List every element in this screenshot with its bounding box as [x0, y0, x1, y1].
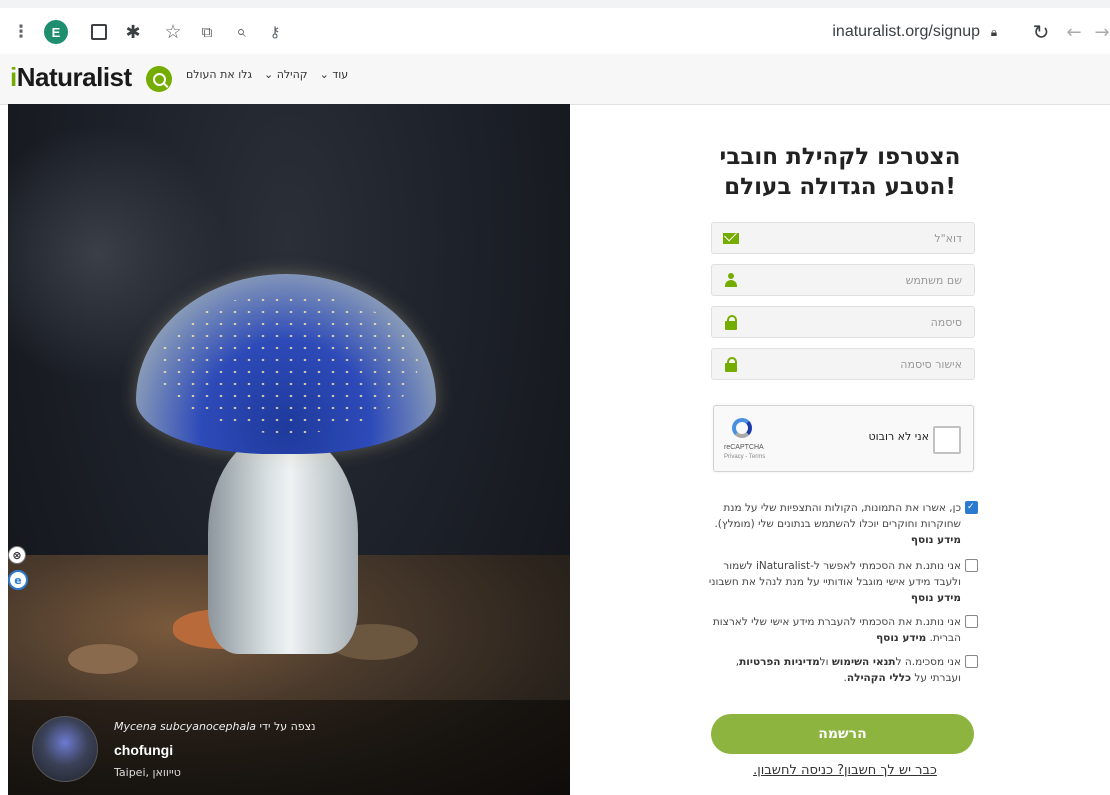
more-info-link[interactable]: מידע נוסף	[911, 592, 961, 604]
url-bar[interactable]: inaturalist.org/signup	[832, 18, 980, 46]
puzzle-icon[interactable]: ✱	[120, 18, 146, 46]
square-icon[interactable]	[88, 18, 110, 46]
consent-checkbox-us-transfer[interactable]	[965, 615, 978, 628]
email-field[interactable]	[711, 222, 975, 254]
avatar[interactable]	[32, 716, 98, 782]
more-info-link[interactable]: מידע נוסף	[911, 534, 961, 546]
consent-item: אני נותנ.ת את הסכמתי להעברת מידע אישי של…	[706, 614, 978, 646]
key-icon[interactable]: ⚷	[262, 18, 288, 46]
recaptcha-icon	[728, 416, 758, 440]
caption-species-line[interactable]: Mycena subcyanocephala נצפה על ידי	[114, 720, 316, 733]
site-header: iNaturalist גלו את העולם קהילה ⌄ עוד ⌄	[0, 54, 1110, 105]
edge-e-icon[interactable]: e	[8, 570, 28, 590]
mushroom-stem	[208, 434, 358, 654]
main-nav: גלו את העולם קהילה ⌄ עוד ⌄	[186, 68, 348, 81]
nav-community[interactable]: קהילה ⌄	[264, 68, 308, 81]
extension-e-icon[interactable]: E	[42, 18, 70, 46]
captcha-checkbox[interactable]	[933, 426, 961, 454]
photo-caption: Mycena subcyanocephala נצפה על ידי chofu…	[8, 700, 570, 795]
user-icon	[722, 271, 740, 289]
captcha-label: אני לא רובוט	[868, 430, 929, 443]
browser-toolbar: ⋮ E ✱ ☆ ⧉ ⌕ ⚷ inaturalist.org/signup 🔒︎ …	[0, 0, 1110, 55]
username-input[interactable]	[746, 265, 966, 295]
lock-icon[interactable]: 🔒︎	[986, 18, 1002, 46]
forward-icon[interactable]: →	[1092, 18, 1110, 46]
tabs-icon[interactable]: ⧉	[194, 18, 220, 46]
consent-checkbox-terms[interactable]	[965, 655, 978, 668]
nav-more[interactable]: עוד ⌄	[320, 68, 349, 81]
captcha-terms[interactable]: Privacy - Terms	[724, 454, 765, 460]
hero-photo: Mycena subcyanocephala נצפה על ידי chofu…	[8, 104, 570, 795]
search-icon[interactable]: ⌕	[228, 18, 254, 46]
nav-explore[interactable]: גלו את העולם	[186, 68, 252, 81]
menu-dots-icon[interactable]: ⋮	[12, 18, 30, 46]
signup-button[interactable]: הרשמה	[711, 714, 974, 754]
consent-item: אני נותנ.ת את הסכמתי לאפשר ל-iNaturalist…	[706, 558, 978, 606]
captcha-brand: reCAPTCHA	[724, 444, 764, 451]
password-field[interactable]	[711, 306, 975, 338]
search-icon[interactable]	[146, 66, 172, 92]
star-icon[interactable]: ☆	[160, 18, 186, 46]
consent-checkbox-data-sharing[interactable]	[965, 499, 978, 515]
inaturalist-logo[interactable]: iNaturalist	[10, 62, 132, 93]
recaptcha-widget: אני לא רובוט reCAPTCHA Privacy - Terms	[713, 405, 974, 472]
terms-link[interactable]: תנאי השימוש	[832, 656, 896, 668]
page-title: הצטרפו לקהילת חובבי !הטבע הגדולה בעולם	[719, 144, 961, 200]
consent-item: כן, אשרו את התמונות, הקולות והתצפיות שלי…	[706, 499, 978, 548]
consent-item: אני מסכימ.ה לתנאי השימוש ולמדיניות הפרטי…	[706, 654, 978, 686]
confirm-password-field[interactable]	[711, 348, 975, 380]
extension-letter: E	[44, 20, 68, 44]
caption-location: Taipei, טייוואן	[114, 766, 181, 779]
email-input[interactable]	[746, 223, 966, 253]
envelope-icon	[722, 229, 740, 247]
privacy-link[interactable]: מדיניות הפרטיות	[739, 656, 820, 668]
password-input[interactable]	[746, 307, 966, 337]
community-guidelines-link[interactable]: כללי הקהילה	[847, 672, 911, 684]
caption-username[interactable]: chofungi	[114, 742, 173, 758]
login-link[interactable]: כבר יש לך חשבון? כניסה לחשבון.	[700, 763, 990, 778]
consent-checkbox-personal-info[interactable]	[965, 559, 978, 572]
confirm-password-input[interactable]	[746, 349, 966, 379]
lock-icon	[722, 313, 740, 331]
close-circle-icon[interactable]: ⊗	[8, 546, 26, 564]
username-field[interactable]	[711, 264, 975, 296]
reload-icon[interactable]: ↻	[1028, 18, 1054, 46]
side-widget: ⊗ e	[8, 546, 28, 590]
back-icon[interactable]: ←	[1062, 18, 1086, 46]
tab-strip	[0, 0, 1110, 8]
lock-icon	[722, 355, 740, 373]
more-info-link[interactable]: מידע נוסף	[876, 632, 926, 644]
